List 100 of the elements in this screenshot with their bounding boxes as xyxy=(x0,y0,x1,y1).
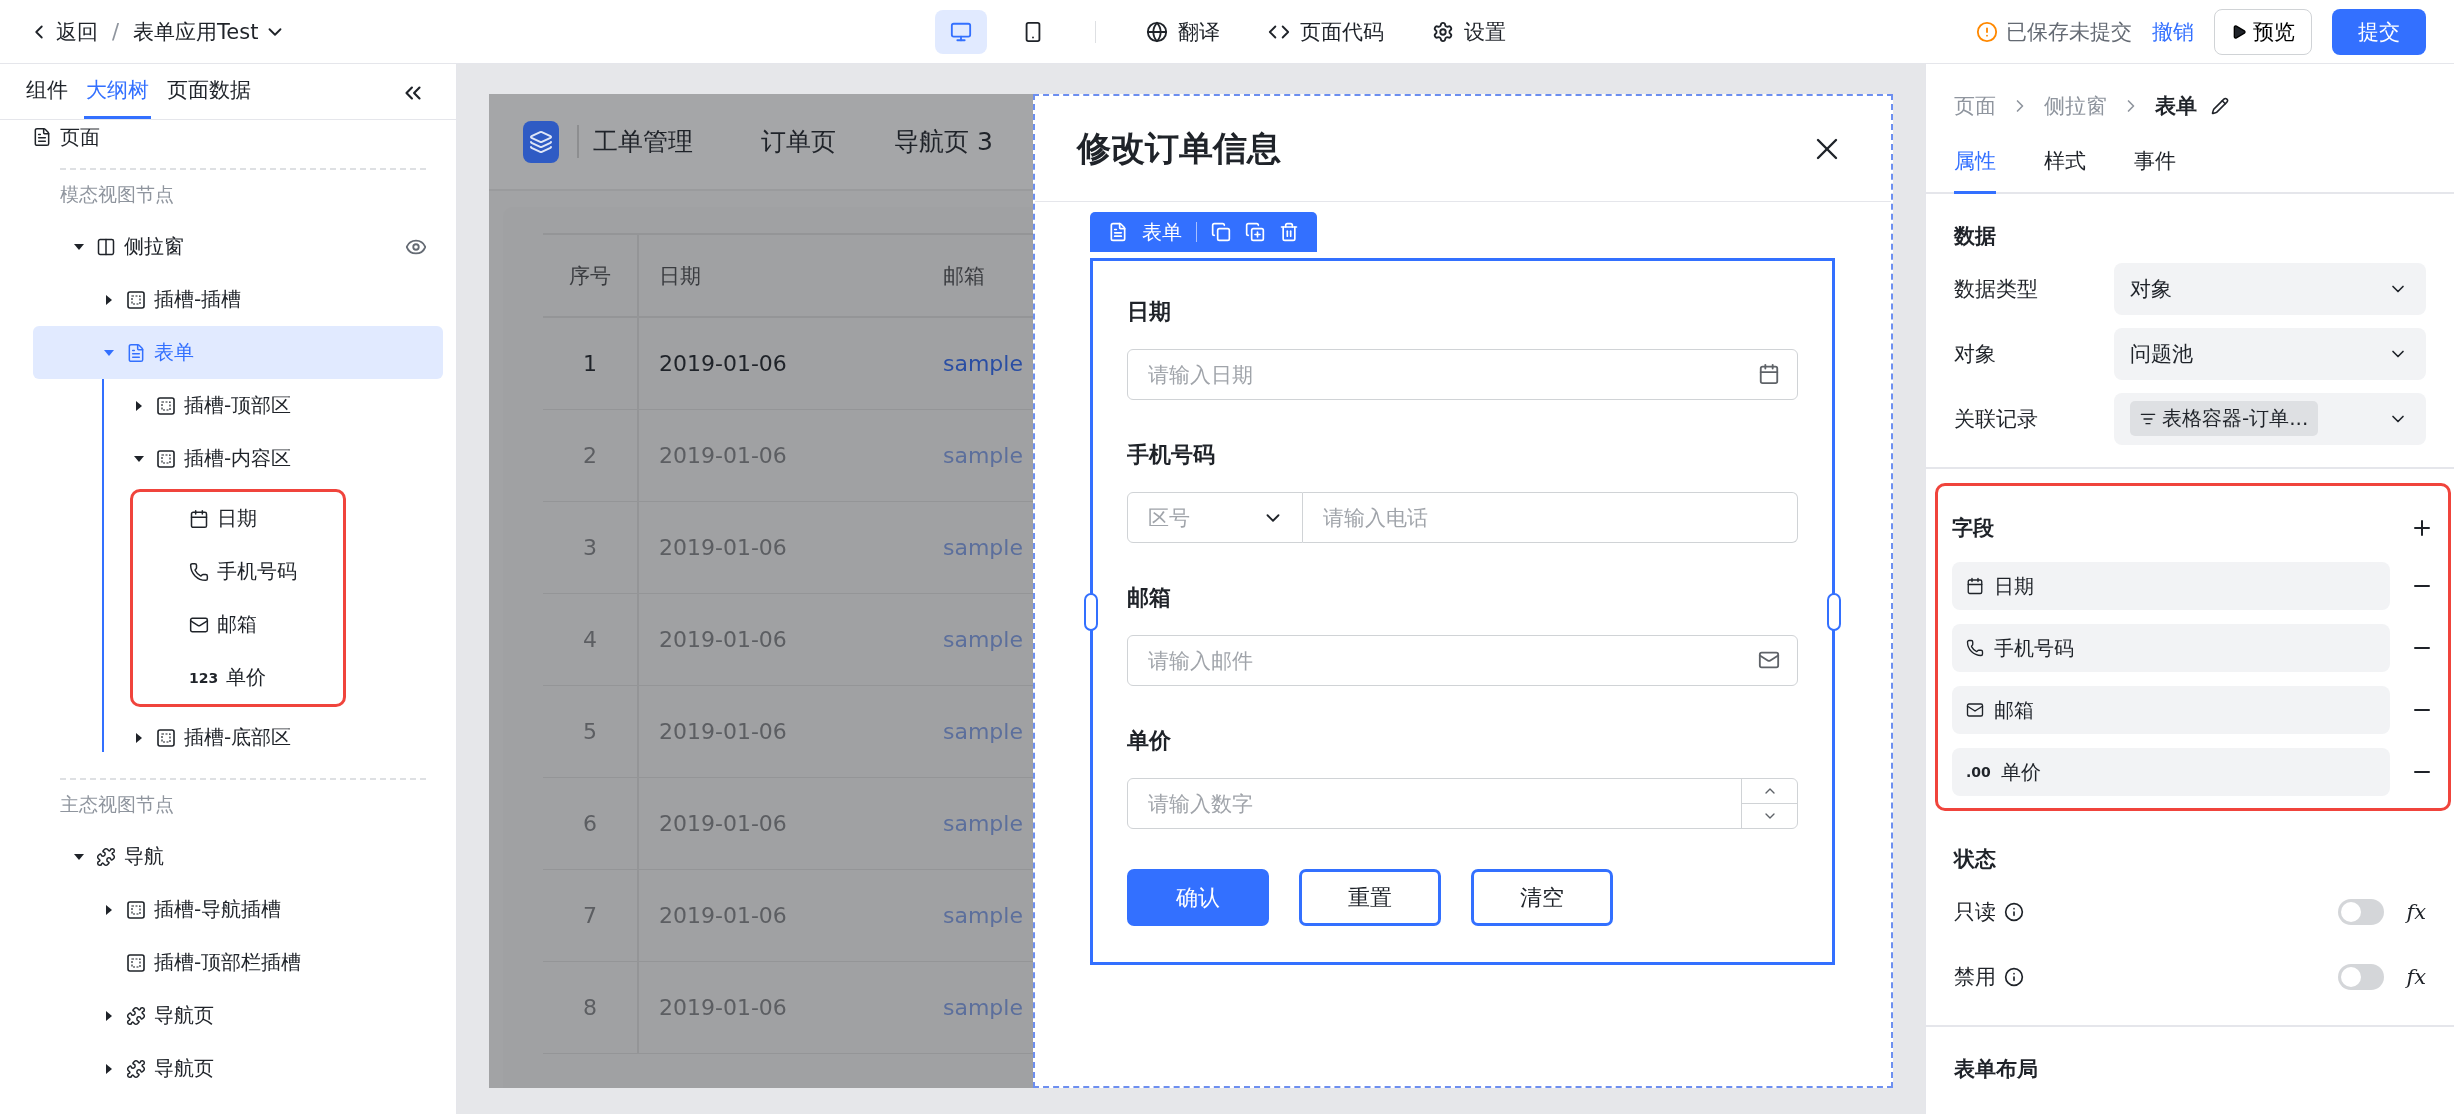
submit-button[interactable]: 提交 xyxy=(2332,8,2426,55)
toggle-switch[interactable] xyxy=(2338,963,2385,990)
puzzle-icon xyxy=(96,846,116,867)
nav-item[interactable]: 导航页 3 xyxy=(894,125,993,158)
field-label: 邮箱 xyxy=(1127,584,1172,612)
calendar-icon xyxy=(189,508,209,529)
tree-item[interactable]: 日期 xyxy=(133,492,343,545)
toolbar-button[interactable]: 页面代码 xyxy=(1253,17,1398,46)
field-item[interactable]: .00 单价 xyxy=(1952,748,2390,796)
play-icon xyxy=(2231,23,2247,40)
tree-item[interactable]: 插槽-顶部栏插槽 xyxy=(33,936,443,989)
phone-field[interactable]: 请输入电话 xyxy=(1303,492,1798,543)
field-item[interactable]: 邮箱 xyxy=(1952,686,2390,734)
tree-item[interactable]: 导航页 xyxy=(33,989,443,1042)
dialog-title: 修改订单信息 xyxy=(1077,126,1281,170)
select-field[interactable]: 对象 xyxy=(2114,262,2426,315)
panel-tab[interactable]: 组件 xyxy=(24,76,70,119)
back-link[interactable]: 返回 xyxy=(28,17,98,46)
tree-item[interactable]: 页面 xyxy=(0,120,456,154)
property-label: 对象 xyxy=(1954,340,1997,368)
table-cell: 2019-01-06 xyxy=(639,318,923,410)
property-label: 关联记录 xyxy=(1954,405,2039,433)
tree-item[interactable]: 插槽-导航插槽 xyxy=(33,883,443,936)
mail-icon xyxy=(1966,701,1984,719)
table-cell: 2019-01-06 xyxy=(639,686,923,778)
select-field[interactable]: 问题池 xyxy=(2114,327,2426,380)
toolbar-button[interactable]: 翻译 xyxy=(1131,17,1234,46)
field-label: 单价 xyxy=(1127,727,1172,755)
panel-tab[interactable]: 页面数据 xyxy=(165,76,253,119)
formula-button[interactable]: fx xyxy=(2406,899,2426,924)
panel-tab[interactable]: 事件 xyxy=(2134,147,2176,194)
email-field[interactable]: 请输入邮件 xyxy=(1127,635,1798,686)
undo-link[interactable]: 撤销 xyxy=(2152,17,2194,46)
resize-handle[interactable] xyxy=(1084,592,1098,631)
formula-button[interactable]: fx xyxy=(2406,964,2426,989)
field-item[interactable]: 手机号码 xyxy=(1952,624,2390,672)
warning-icon xyxy=(1976,20,1998,43)
preview-button[interactable]: 预览 xyxy=(2214,8,2312,55)
select-field[interactable]: 表格容器-订单... xyxy=(2114,392,2426,445)
slot-icon xyxy=(126,289,146,310)
copy-icon[interactable] xyxy=(1211,222,1231,242)
duplicate-icon[interactable] xyxy=(1245,222,1265,242)
section-title: 状态 xyxy=(1954,846,1997,873)
field-item[interactable]: 日期 xyxy=(1952,562,2390,610)
tree-item[interactable]: 侧拉窗 xyxy=(33,220,443,273)
form-button[interactable]: 重置 xyxy=(1299,869,1441,926)
calendar-icon xyxy=(1966,577,1984,595)
panel-tab[interactable]: 属性 xyxy=(1954,147,1996,194)
field-label: 日期 xyxy=(1127,298,1172,326)
section-title: 字段 xyxy=(1952,515,1994,542)
table-cell: 2019-01-06 xyxy=(639,778,923,870)
app-title-dropdown[interactable]: 表单应用Test xyxy=(133,17,287,46)
save-status: 已保存未提交 xyxy=(1976,17,2132,46)
slot-icon xyxy=(126,899,146,920)
info-icon xyxy=(2004,966,2024,987)
date-field[interactable]: 请输入日期 xyxy=(1127,349,1798,400)
edit-icon[interactable] xyxy=(2211,97,2229,115)
phone-icon xyxy=(189,561,209,582)
breadcrumb-item[interactable]: 表单 xyxy=(2155,92,2197,120)
form-button[interactable]: 清空 xyxy=(1471,869,1613,926)
separator: / xyxy=(112,19,120,44)
column-header: 日期 xyxy=(639,235,923,318)
delete-icon[interactable] xyxy=(1279,222,1299,242)
table-cell: 8 xyxy=(543,962,639,1054)
slot-icon xyxy=(156,727,176,748)
tree-item[interactable]: 导航页 xyxy=(33,1042,443,1095)
tree-item[interactable]: 手机号码 xyxy=(133,545,343,598)
section-title: 表单布局 xyxy=(1954,1056,2039,1083)
tree-item[interactable]: 表单 xyxy=(33,326,443,379)
table-cell: 6 xyxy=(543,778,639,870)
tree-item[interactable]: 导航 xyxy=(33,830,443,883)
table-cell: 2019-01-06 xyxy=(639,410,923,502)
table-cell: 2019-01-06 xyxy=(639,870,923,962)
number-type-label: .00 xyxy=(1966,764,1991,780)
tree-item[interactable]: 插槽-底部区 xyxy=(33,711,443,764)
tree-item[interactable]: 插槽-内容区 xyxy=(33,432,443,485)
property-label: 数据类型 xyxy=(1954,275,2039,303)
field-label: 手机号码 xyxy=(1127,441,1216,469)
app-title: 工单管理 xyxy=(577,125,694,158)
monitor-icon xyxy=(949,20,972,43)
tree-item[interactable]: 123 单价 xyxy=(133,651,343,704)
tree-item[interactable]: 插槽-插槽 xyxy=(33,273,443,326)
slot-icon xyxy=(156,448,176,469)
drawer-icon xyxy=(96,236,116,257)
number-type-label: 123 xyxy=(189,669,219,686)
phone-icon xyxy=(1966,639,1984,657)
settings-icon xyxy=(1431,20,1454,43)
resize-handle[interactable] xyxy=(1827,592,1841,631)
nav-item[interactable]: 订单页 xyxy=(761,125,837,158)
table-cell: 2019-01-06 xyxy=(639,594,923,686)
table-cell: 4 xyxy=(543,594,639,686)
panel-tab[interactable]: 大纲树 xyxy=(84,76,151,119)
toolbar-button[interactable]: 设置 xyxy=(1417,17,1520,46)
form-button[interactable]: 确认 xyxy=(1127,869,1269,926)
table-cell: 1 xyxy=(543,318,639,410)
table-cell: 2019-01-06 xyxy=(639,962,923,1054)
panel-tab[interactable]: 样式 xyxy=(2044,147,2086,194)
tree-item[interactable]: 插槽-顶部区 xyxy=(33,379,443,432)
toggle-switch[interactable] xyxy=(2338,898,2385,925)
tree-item[interactable]: 邮箱 xyxy=(133,598,343,651)
